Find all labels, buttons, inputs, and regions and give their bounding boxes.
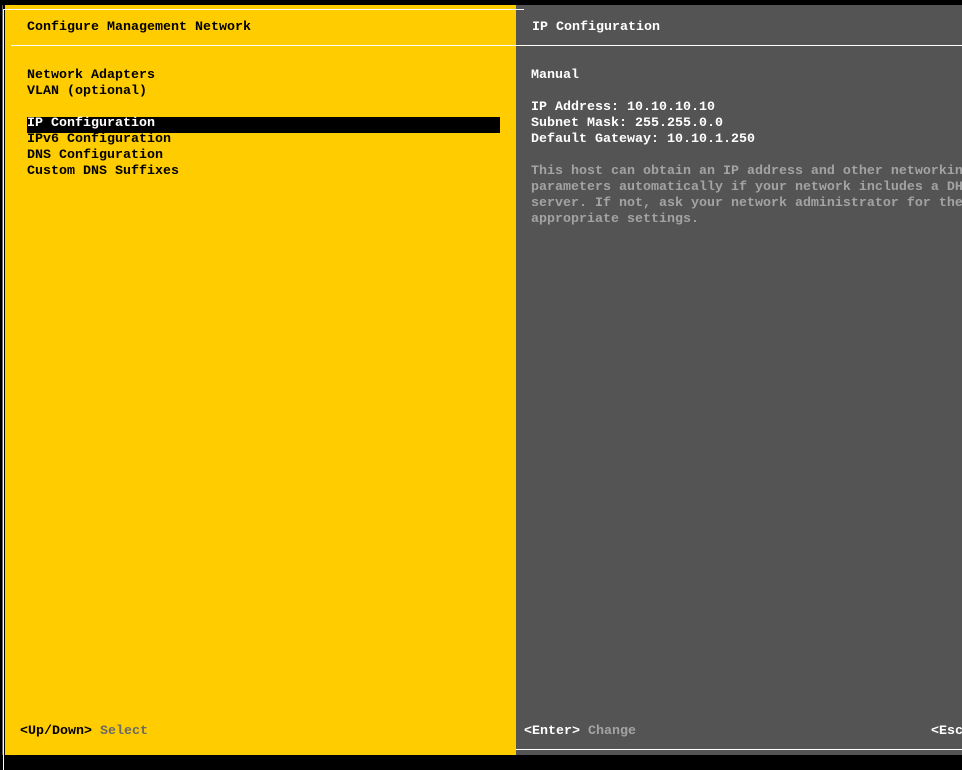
menu-item-vlan[interactable]: VLAN (optional) xyxy=(27,84,147,100)
description-line: server. If not, ask your network adminis… xyxy=(531,196,962,211)
description-line: This host can obtain an IP address and o… xyxy=(531,164,962,179)
menu-item-ipv6-configuration[interactable]: IPv6 Configuration xyxy=(27,132,171,148)
menu-title: Configure Management Network xyxy=(27,20,251,35)
footer-hint-change: <Enter> Change xyxy=(524,724,636,740)
menu-item-custom-dns-suffixes[interactable]: Custom DNS Suffixes xyxy=(27,164,179,180)
menu-item-ip-configuration[interactable]: IP Configuration xyxy=(27,116,155,132)
description-line: parameters automatically if your network… xyxy=(531,180,962,195)
title-divider xyxy=(11,45,962,46)
subnet-mask: Subnet Mask: 255.255.0.0 xyxy=(531,116,723,131)
footer-hint-select: <Up/Down> Select xyxy=(20,724,148,740)
default-gateway: Default Gateway: 10.10.1.250 xyxy=(531,132,755,147)
detail-title: IP Configuration xyxy=(532,20,660,35)
footer-divider xyxy=(516,749,962,750)
description-line: appropriate settings. xyxy=(531,212,699,227)
menu-item-dns-configuration[interactable]: DNS Configuration xyxy=(27,148,163,164)
footer-key: <Up/Down> xyxy=(20,724,92,739)
footer-action: Select xyxy=(99,724,148,739)
ip-mode: Manual xyxy=(531,68,579,83)
footer-action: Change xyxy=(588,724,636,739)
menu-item-network-adapters[interactable]: Network Adapters xyxy=(27,68,155,84)
footer-key-esc: <Esc xyxy=(931,724,962,739)
footer-key: <Enter> xyxy=(524,724,580,739)
ip-address: IP Address: 10.10.10.10 xyxy=(531,100,715,115)
